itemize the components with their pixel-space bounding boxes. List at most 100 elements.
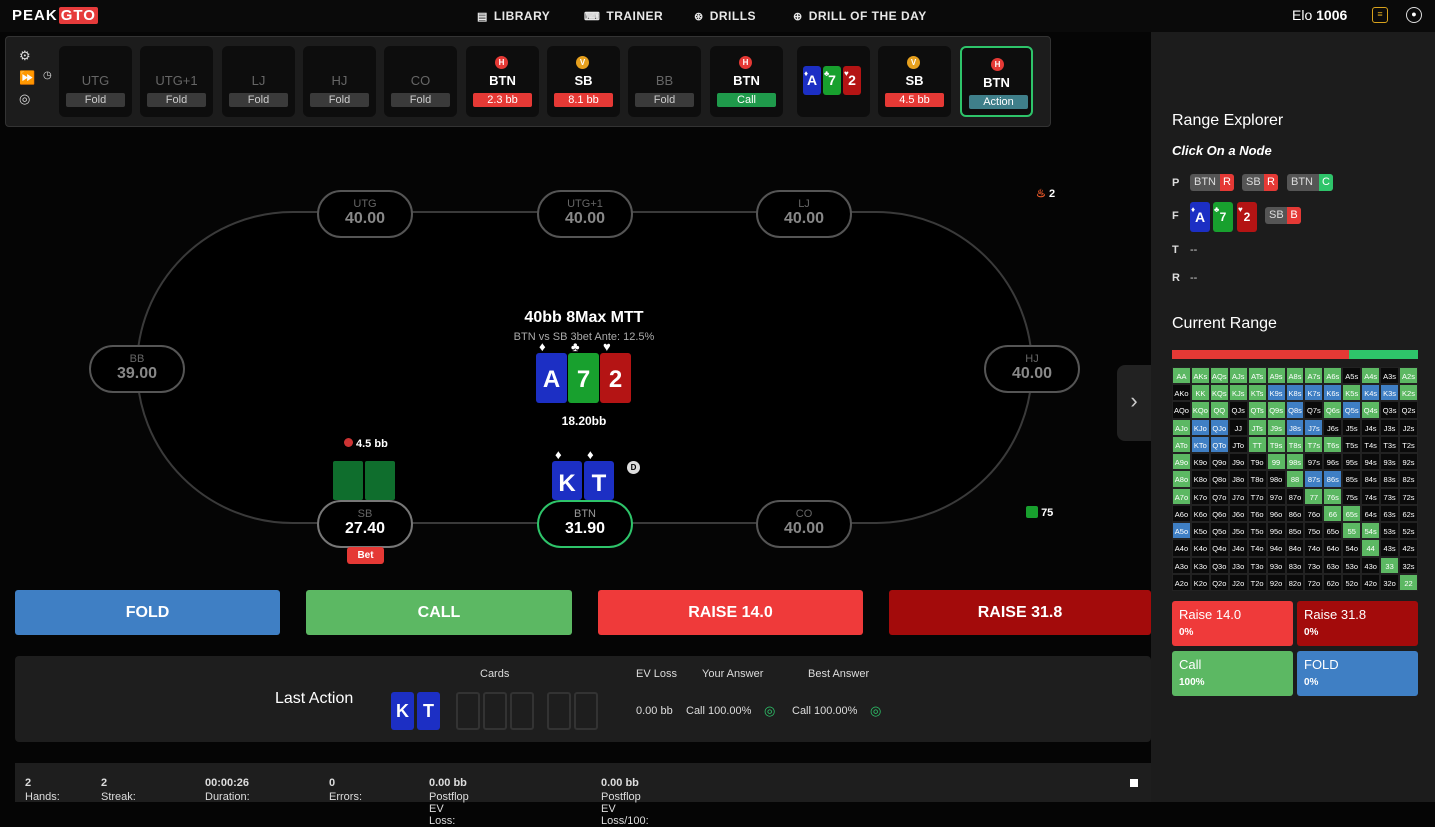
history-step[interactable]: CO Fold: [384, 46, 457, 117]
range-cell[interactable]: J9s: [1266, 418, 1286, 436]
node-chip[interactable]: SB B: [1265, 207, 1301, 224]
range-cell[interactable]: Q7s: [1304, 401, 1324, 419]
range-cell[interactable]: 75s: [1342, 487, 1362, 505]
range-cell[interactable]: Q4s: [1361, 401, 1381, 419]
range-cell[interactable]: 95s: [1342, 453, 1362, 471]
history-step[interactable]: V SB 8.1 bb: [547, 46, 620, 117]
range-cell[interactable]: 75o: [1304, 522, 1324, 540]
range-cell[interactable]: 52s: [1399, 522, 1418, 540]
range-cell[interactable]: 53o: [1342, 556, 1362, 574]
range-cell[interactable]: Q8o: [1209, 470, 1229, 488]
range-cell[interactable]: J6s: [1323, 418, 1343, 436]
range-cell[interactable]: J3s: [1380, 418, 1400, 436]
range-cell[interactable]: A2s: [1399, 367, 1418, 385]
range-cell[interactable]: Q5o: [1209, 522, 1229, 540]
range-cell[interactable]: KTo: [1190, 435, 1210, 454]
range-cell[interactable]: Q2s: [1399, 401, 1418, 419]
range-cell[interactable]: JJ: [1228, 418, 1248, 436]
range-cell[interactable]: A7s: [1304, 367, 1324, 385]
range-cell[interactable]: A3o: [1172, 556, 1191, 574]
range-cell[interactable]: 97s: [1304, 453, 1324, 471]
expand-panel-button[interactable]: ›: [1117, 365, 1151, 441]
range-cell[interactable]: A4o: [1172, 539, 1191, 557]
range-cell[interactable]: KTs: [1247, 384, 1267, 402]
range-cell[interactable]: K5s: [1342, 384, 1362, 402]
range-cell[interactable]: Q9o: [1209, 453, 1229, 471]
action-frequency-box[interactable]: FOLD 0%: [1297, 651, 1418, 696]
range-cell[interactable]: A5s: [1342, 367, 1362, 385]
fast-forward-icon[interactable]: ⏩: [19, 70, 35, 86]
range-cell[interactable]: 93o: [1266, 556, 1286, 574]
history-step[interactable]: UTG+1 Fold: [140, 46, 213, 117]
range-cell[interactable]: J6o: [1228, 504, 1248, 523]
range-cell[interactable]: T6s: [1323, 435, 1343, 454]
history-step[interactable]: HJ Fold: [303, 46, 376, 117]
range-cell[interactable]: 98s: [1285, 453, 1305, 471]
history-step[interactable]: BB Fold: [628, 46, 701, 117]
range-cell[interactable]: K7o: [1190, 487, 1210, 505]
node-chip[interactable]: BTN R: [1190, 174, 1234, 191]
range-cell[interactable]: T7o: [1247, 487, 1267, 505]
range-cell[interactable]: KJs: [1228, 384, 1248, 402]
chat-icon[interactable]: ≡: [1372, 7, 1388, 23]
range-cell[interactable]: T6o: [1247, 504, 1267, 523]
range-cell[interactable]: 72o: [1304, 573, 1324, 591]
range-cell[interactable]: AQs: [1209, 367, 1229, 385]
range-cell[interactable]: QJo: [1209, 418, 1229, 436]
range-cell[interactable]: T3s: [1380, 435, 1400, 454]
range-cell[interactable]: 74s: [1361, 487, 1381, 505]
range-cell[interactable]: 82s: [1399, 470, 1418, 488]
range-cell[interactable]: J2s: [1399, 418, 1418, 436]
raise-14-button[interactable]: RAISE 14.0: [598, 590, 863, 635]
stop-icon[interactable]: [1130, 779, 1138, 787]
range-cell[interactable]: 54o: [1342, 539, 1362, 557]
range-cell[interactable]: A3s: [1380, 367, 1400, 385]
range-cell[interactable]: A5o: [1172, 522, 1191, 540]
range-cell[interactable]: AQo: [1172, 401, 1191, 419]
range-cell[interactable]: AJo: [1172, 418, 1191, 436]
action-frequency-box[interactable]: Raise 31.8 0%: [1297, 601, 1418, 646]
range-cell[interactable]: 65o: [1323, 522, 1343, 540]
range-cell[interactable]: Q6o: [1209, 504, 1229, 523]
nav-drills[interactable]: ⊛ DRILLS: [694, 9, 756, 23]
range-cell[interactable]: K6s: [1323, 384, 1343, 402]
range-cell[interactable]: JTs: [1247, 418, 1267, 436]
range-cell[interactable]: Q2o: [1209, 573, 1229, 591]
range-cell[interactable]: K8o: [1190, 470, 1210, 488]
range-cell[interactable]: ATo: [1172, 435, 1191, 454]
range-cell[interactable]: T3o: [1247, 556, 1267, 574]
range-cell[interactable]: KK: [1190, 384, 1210, 402]
range-cell[interactable]: K9o: [1190, 453, 1210, 471]
range-cell[interactable]: 22: [1399, 573, 1418, 591]
range-cell[interactable]: QQ: [1209, 401, 1229, 419]
range-cell[interactable]: 54s: [1361, 522, 1381, 540]
call-button[interactable]: CALL: [306, 590, 572, 635]
range-cell[interactable]: A9o: [1172, 453, 1191, 471]
range-cell[interactable]: 99: [1266, 453, 1286, 471]
range-cell[interactable]: 73s: [1380, 487, 1400, 505]
history-step[interactable]: H BTN 2.3 bb: [466, 46, 539, 117]
range-cell[interactable]: JTo: [1228, 435, 1248, 454]
seat-sb[interactable]: SB 27.40: [317, 500, 413, 548]
range-cell[interactable]: 64s: [1361, 504, 1381, 523]
range-cell[interactable]: 83o: [1285, 556, 1305, 574]
range-cell[interactable]: 85o: [1285, 522, 1305, 540]
range-cell[interactable]: K7s: [1304, 384, 1324, 402]
seat-btn[interactable]: BTN 31.90: [537, 500, 633, 548]
history-step[interactable]: UTG Fold: [59, 46, 132, 117]
range-cell[interactable]: 62o: [1323, 573, 1343, 591]
range-cell[interactable]: J7s: [1304, 418, 1324, 436]
range-cell[interactable]: Q4o: [1209, 539, 1229, 557]
range-cell[interactable]: 65s: [1342, 504, 1362, 523]
range-cell[interactable]: 43o: [1361, 556, 1381, 574]
range-cell[interactable]: 87o: [1285, 487, 1305, 505]
range-cell[interactable]: QTo: [1209, 435, 1229, 454]
range-cell[interactable]: A6o: [1172, 504, 1191, 523]
seat-utg[interactable]: UTG 40.00: [317, 190, 413, 238]
range-cell[interactable]: T2s: [1399, 435, 1418, 454]
range-cell[interactable]: 32s: [1399, 556, 1418, 574]
range-cell[interactable]: 76s: [1323, 487, 1343, 505]
range-cell[interactable]: J4s: [1361, 418, 1381, 436]
range-cell[interactable]: AA: [1172, 367, 1191, 385]
range-cell[interactable]: AJs: [1228, 367, 1248, 385]
